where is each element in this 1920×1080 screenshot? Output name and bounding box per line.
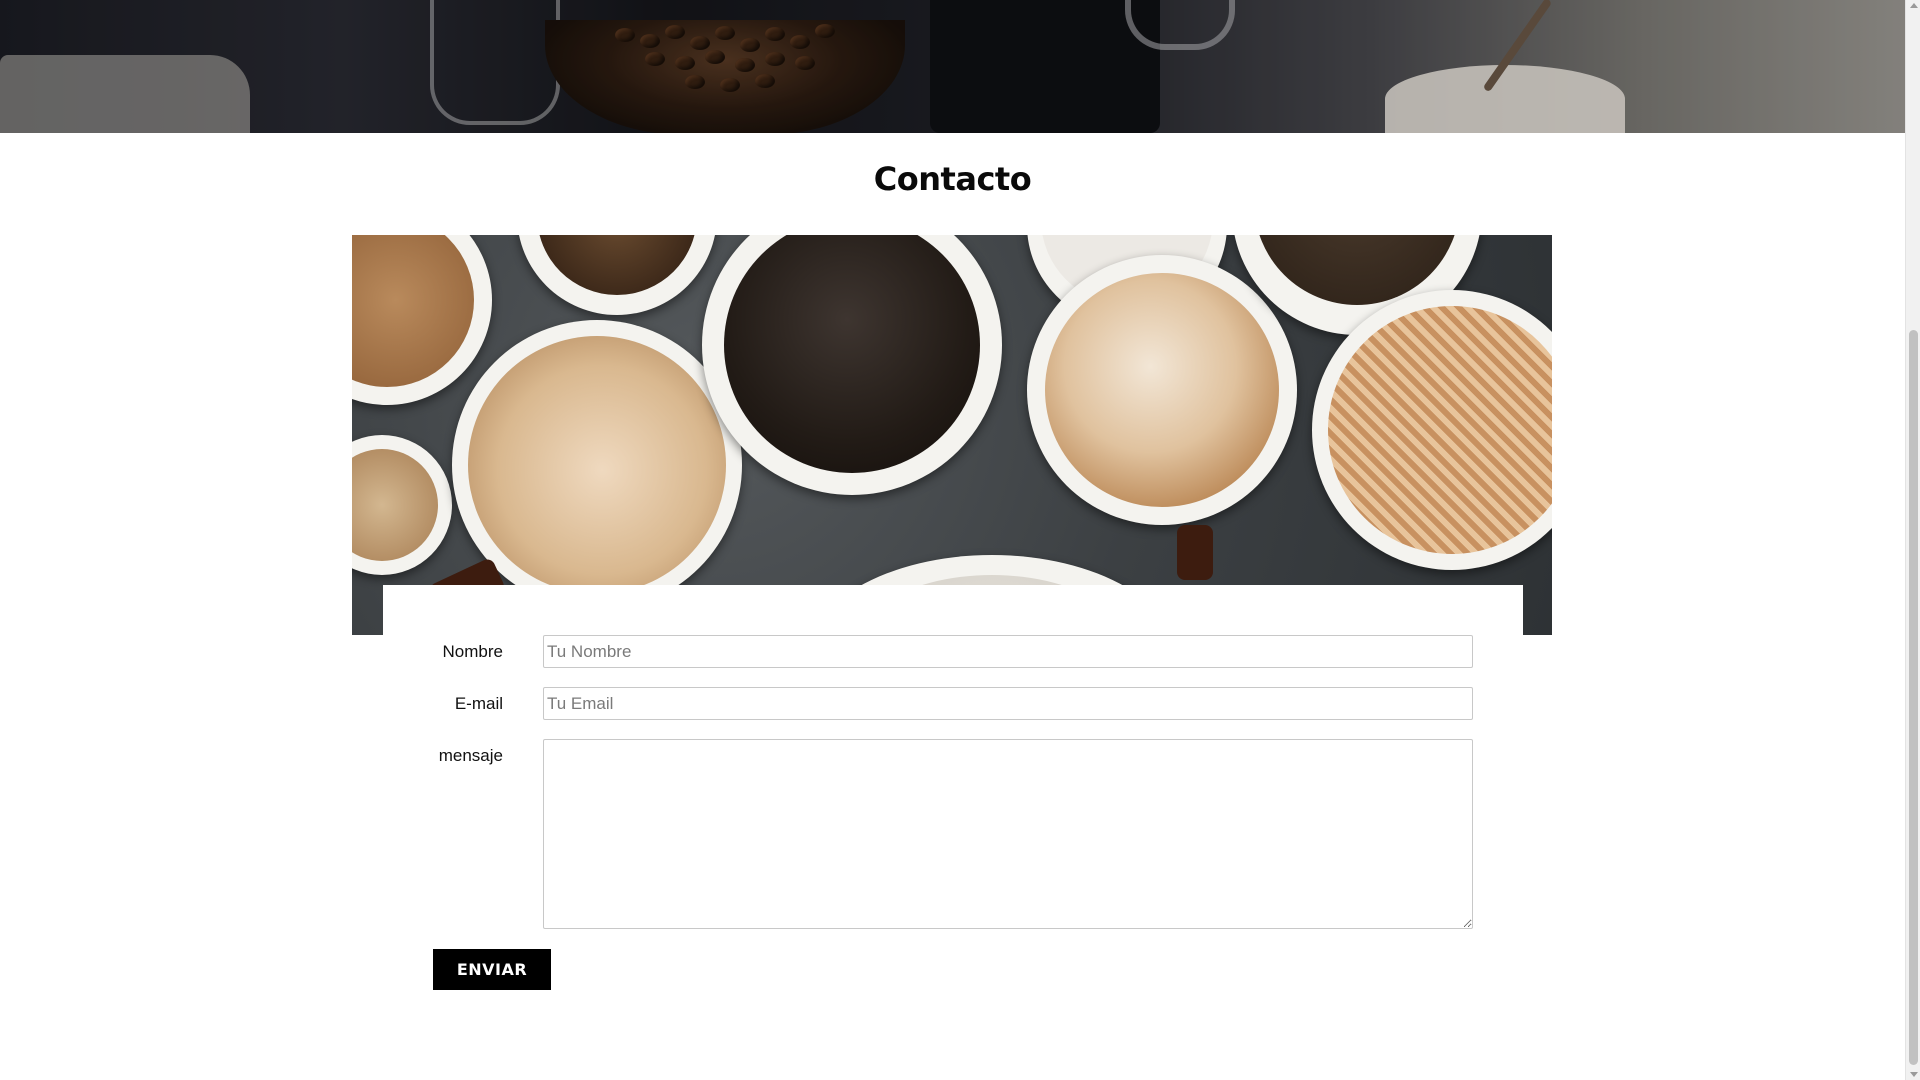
name-label: Nombre (442, 642, 503, 661)
cup (352, 435, 452, 575)
submit-button[interactable]: ENVIAR (433, 949, 551, 990)
hero-banner-image (0, 0, 1905, 133)
email-input[interactable] (543, 687, 1473, 720)
page-title: Contacto (873, 160, 1032, 198)
coffee-cups-image (352, 235, 1552, 635)
page: Contacto Nombre Tu Nombre E-mail Tu Emai… (0, 0, 1905, 1080)
page-scrollbar[interactable] (1905, 0, 1920, 1080)
message-label: mensaje (438, 746, 503, 765)
chevron-down-icon[interactable] (1910, 1072, 1918, 1077)
cup (702, 235, 1002, 495)
chevron-up-icon[interactable] (1910, 3, 1918, 8)
cup (352, 235, 492, 405)
cup (427, 320, 742, 620)
hero-overlay (0, 0, 1905, 133)
scrollbar-thumb[interactable] (1909, 330, 1918, 1065)
message-textarea[interactable] (543, 739, 1473, 929)
cup (517, 235, 717, 315)
name-input[interactable] (543, 635, 1473, 668)
email-label: E-mail (454, 694, 503, 713)
contact-form: Nombre E-mail mensaje ENVIAR (383, 585, 1523, 1015)
cup (1027, 255, 1297, 580)
